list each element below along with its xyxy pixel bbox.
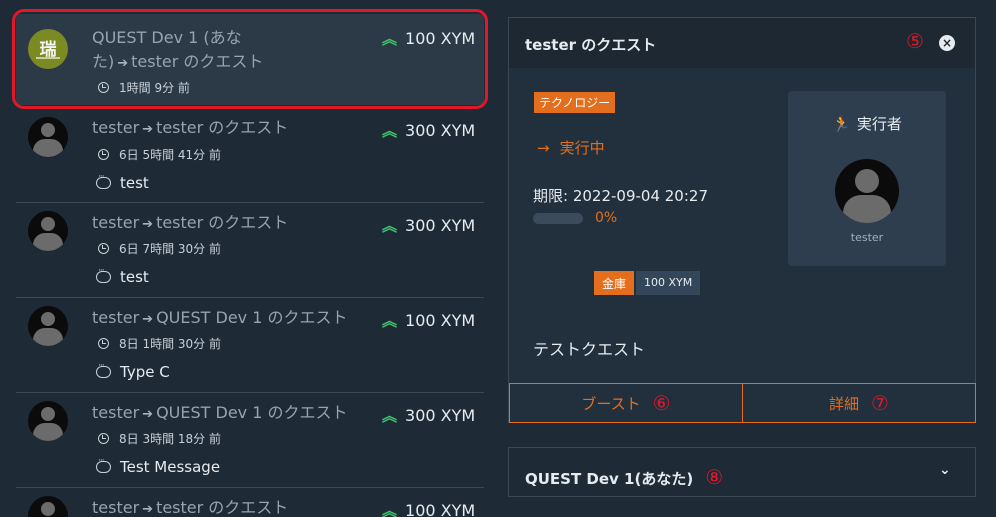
feed-item[interactable]: tester ➔ QUEST Dev 1 のクエスト ︽ 100 XYM 8日 1時間… bbox=[16, 298, 484, 393]
feed-item-time: 6日 5時間 41分 前 bbox=[98, 146, 221, 163]
comment-icon bbox=[96, 266, 111, 283]
chevron-down-icon[interactable]: ⌄ bbox=[939, 462, 951, 478]
feed-item-comment: test bbox=[96, 172, 149, 192]
accordion-title: QUEST Dev 1(あなた) ⑧ bbox=[525, 465, 724, 489]
running-person-icon: 🏃 bbox=[832, 115, 851, 133]
executor-avatar[interactable] bbox=[835, 159, 899, 223]
avatar bbox=[28, 306, 68, 346]
feed-item-time: 8日 3時間 18分 前 bbox=[98, 430, 221, 447]
category-tag: テクノロジー bbox=[534, 92, 616, 113]
feed-item-comment: test bbox=[96, 266, 149, 286]
feed-item[interactable]: tester ➔ tester のクエスト ︽ 300 XYM 6日 5時間 41分 … bbox=[16, 107, 484, 203]
comment-icon bbox=[96, 361, 111, 378]
feed-item[interactable]: tester ➔ tester のクエスト ︽ 300 XYM 6日 7時間 30分 … bbox=[16, 203, 484, 298]
feed-item-title: tester ➔ QUEST Dev 1 のクエスト bbox=[92, 403, 348, 422]
avatar bbox=[28, 496, 68, 517]
double-chevron-up-icon: ︽ bbox=[382, 407, 398, 425]
annotation-marker: ⑦ bbox=[871, 391, 889, 415]
clock-icon bbox=[98, 149, 109, 160]
arrow-right-icon: → bbox=[537, 139, 550, 157]
highlight-annotation bbox=[12, 9, 488, 109]
quest-detail-card: tester のクエスト ⑤ × テクノロジー → 実行中 期限: 2022-09… bbox=[508, 17, 976, 423]
progress-percent: 0% bbox=[595, 210, 618, 226]
executor-title: 🏃 実行者 bbox=[832, 115, 902, 133]
status-label: → 実行中 bbox=[537, 139, 605, 157]
feed-item-amount: ︽ 300 XYM bbox=[382, 121, 476, 140]
arrow-right-icon: ➔ bbox=[142, 407, 154, 422]
deadline-text: 期限: 2022-09-04 20:27 bbox=[533, 187, 708, 205]
double-chevron-up-icon: ︽ bbox=[382, 122, 398, 140]
annotation-marker: ⑤ bbox=[906, 29, 924, 53]
annotation-marker: ⑥ bbox=[652, 391, 671, 415]
arrow-right-icon: ➔ bbox=[142, 502, 154, 517]
feed-item-amount: ︽ 300 XYM bbox=[382, 216, 476, 235]
avatar bbox=[28, 401, 68, 441]
close-icon[interactable]: × bbox=[939, 35, 955, 51]
feed-item-title: tester ➔ tester のクエスト bbox=[92, 118, 289, 137]
executor-panel: 🏃 実行者 tester bbox=[788, 91, 946, 266]
annotation-marker: ⑧ bbox=[705, 465, 724, 489]
feed-item-time: 6日 7時間 30分 前 bbox=[98, 240, 221, 257]
transaction-feed: 瑞 QUEST Dev 1 (あなた) ➔ tester のクエスト ︽ 100 XY… bbox=[0, 0, 492, 517]
feed-item[interactable]: tester ➔ tester のクエスト ︽ 100 XYM bbox=[16, 488, 484, 517]
feed-item-amount: ︽ 100 XYM bbox=[382, 500, 475, 517]
clock-icon bbox=[98, 243, 109, 254]
accordion-quest-dev1[interactable]: QUEST Dev 1(あなた) ⑧ ⌄ bbox=[508, 447, 976, 497]
clock-icon bbox=[98, 338, 109, 349]
arrow-right-icon: ➔ bbox=[142, 312, 154, 327]
avatar bbox=[28, 211, 68, 251]
double-chevron-up-icon: ︽ bbox=[382, 502, 398, 517]
executor-name[interactable]: tester bbox=[788, 231, 946, 244]
double-chevron-up-icon: ︽ bbox=[382, 217, 398, 235]
feed-item-amount: ︽ 300 XYM bbox=[382, 406, 476, 425]
detail-button[interactable]: 詳細 ⑦ bbox=[742, 383, 976, 423]
boost-button[interactable]: ブースト ⑥ bbox=[509, 383, 743, 423]
feed-item-time: 8日 1時間 30分 前 bbox=[98, 335, 221, 352]
vault-label: 金庫 bbox=[594, 271, 635, 295]
vault-value: 100 XYM bbox=[636, 271, 701, 295]
card-title: tester のクエスト bbox=[525, 36, 657, 54]
comment-icon bbox=[96, 456, 111, 473]
arrow-right-icon: ➔ bbox=[142, 217, 154, 232]
feed-item-title: tester ➔ QUEST Dev 1 のクエスト bbox=[92, 308, 348, 327]
double-chevron-up-icon: ︽ bbox=[382, 312, 398, 330]
clock-icon bbox=[98, 433, 109, 444]
feed-item-title: tester ➔ tester のクエスト bbox=[92, 213, 289, 232]
feed-item-amount: ︽ 100 XYM bbox=[382, 311, 476, 330]
comment-icon bbox=[96, 172, 111, 189]
arrow-right-icon: ➔ bbox=[142, 122, 154, 137]
feed-item-title: tester ➔ tester のクエスト bbox=[92, 498, 289, 517]
card-header: tester のクエスト ⑤ × bbox=[509, 18, 975, 68]
progress-bar bbox=[533, 213, 583, 224]
feed-item-comment: Test Message bbox=[96, 456, 220, 476]
feed-item[interactable]: tester ➔ QUEST Dev 1 のクエスト ︽ 300 XYM 8日 3時間… bbox=[16, 393, 484, 488]
quest-description: テストクエスト bbox=[533, 340, 646, 359]
feed-item-comment: Type C bbox=[96, 361, 170, 381]
avatar bbox=[28, 117, 68, 157]
